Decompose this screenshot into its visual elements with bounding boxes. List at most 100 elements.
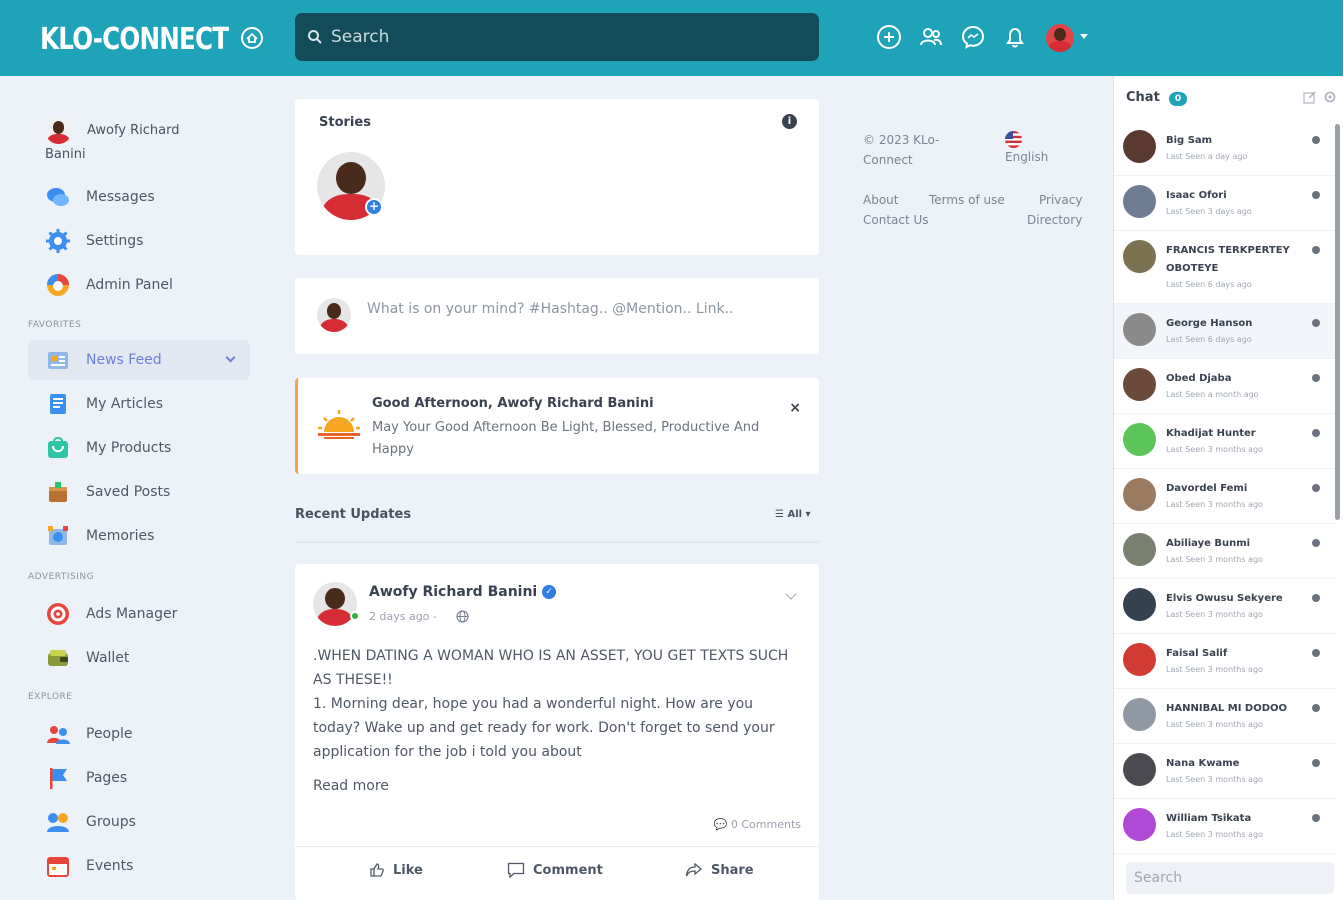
edit-icon[interactable] — [1303, 90, 1317, 104]
sidebar-item-messages[interactable]: Messages — [28, 177, 250, 217]
chat-contact-row[interactable]: Obed Djaba Last Seen a month ago — [1114, 359, 1336, 414]
sidebar-item-settings[interactable]: Settings — [28, 221, 250, 261]
chat-contact-avatar — [1123, 753, 1156, 786]
divider — [295, 846, 819, 847]
chat-contact-row[interactable]: Faisal Salif Last Seen 3 months ago — [1114, 634, 1336, 689]
post-author-name[interactable]: Awofy Richard Banini — [369, 584, 537, 600]
home-icon[interactable] — [240, 26, 264, 50]
greeting-title: Good Afternoon, Awofy Richard Banini — [372, 396, 654, 411]
sidebar-item-pages[interactable]: Pages — [28, 758, 250, 798]
messenger-icon[interactable] — [960, 22, 986, 52]
chat-last-seen: Last Seen 3 months ago — [1166, 500, 1263, 509]
contact-link[interactable]: Contact Us — [863, 213, 929, 227]
chat-contact-row[interactable]: Abiliaye Bunmi Last Seen 3 months ago — [1114, 524, 1336, 579]
sidebar-item-label: My Products — [86, 440, 172, 456]
chat-contact-row[interactable]: William Tsikata Last Seen 3 months ago — [1114, 799, 1336, 854]
sidebar-item-memories[interactable]: Memories — [28, 516, 250, 556]
sidebar-item-label: Settings — [86, 233, 144, 249]
chat-contact-row[interactable]: George Hanson Last Seen 6 days ago — [1114, 304, 1336, 359]
privacy-link[interactable]: Privacy — [1039, 193, 1082, 207]
chevron-down-icon[interactable] — [225, 352, 236, 363]
sidebar-item-label: Saved Posts — [86, 484, 171, 500]
comments-count[interactable]: 💬 0 Comments — [714, 818, 801, 831]
composer-input[interactable]: What is on your mind? #Hashtag.. @Mentio… — [367, 301, 733, 317]
sidebar-item-wallet[interactable]: Wallet — [28, 638, 250, 678]
chat-contact-name: Faisal Salif — [1166, 648, 1228, 659]
chevron-down-icon[interactable] — [1080, 34, 1088, 39]
sidebar-item-ads-manager[interactable]: Ads Manager — [28, 594, 250, 634]
sidebar-item-events[interactable]: Events — [28, 846, 250, 886]
chat-contact-row[interactable]: Isaac Ofori Last Seen 3 days ago — [1114, 176, 1336, 231]
chat-title: Chat — [1126, 90, 1160, 105]
add-circle-icon[interactable] — [876, 22, 902, 52]
us-flag-icon[interactable] — [1005, 131, 1022, 148]
read-more-link[interactable]: Read more — [313, 778, 389, 794]
chat-last-seen: Last Seen 6 days ago — [1166, 335, 1252, 344]
chat-contact-row[interactable]: Nana Kwame Last Seen 3 months ago — [1114, 744, 1336, 799]
like-button[interactable]: Like — [369, 862, 423, 878]
sidebar-item-people[interactable]: People — [28, 714, 250, 754]
post-composer[interactable]: What is on your mind? #Hashtag.. @Mentio… — [295, 278, 819, 354]
close-icon[interactable]: × — [789, 400, 801, 416]
chat-contact-row[interactable]: Khadijat Hunter Last Seen 3 months ago — [1114, 414, 1336, 469]
chat-last-seen: Last Seen 3 months ago — [1166, 720, 1263, 729]
wallet-icon — [44, 644, 72, 672]
comments-count-label: 0 Comments — [730, 818, 801, 831]
sidebar-item-news-feed[interactable]: News Feed — [28, 340, 250, 380]
groups-icon — [44, 808, 72, 836]
divider — [295, 541, 819, 543]
comment-button[interactable]: Comment — [507, 862, 603, 878]
stories-card: Stories i + — [295, 99, 819, 255]
about-link[interactable]: About — [863, 193, 898, 207]
offline-status-dot — [1312, 191, 1320, 199]
chat-contact-avatar — [1123, 368, 1156, 401]
sidebar-item-groups[interactable]: Groups — [28, 802, 250, 842]
info-icon[interactable]: i — [782, 114, 797, 129]
chat-contact-row[interactable]: HANNIBAL MI DODOO Last Seen 3 months ago — [1114, 689, 1336, 744]
klo-connect-logo[interactable]: KLO-CONNECT — [40, 14, 270, 64]
sidebar-item-saved-posts[interactable]: Saved Posts — [28, 472, 250, 512]
chat-search-input[interactable] — [1126, 862, 1334, 894]
top-search-bar[interactable] — [295, 13, 819, 61]
bell-icon[interactable] — [1002, 22, 1028, 52]
chat-contact-avatar — [1123, 643, 1156, 676]
sidebar-item-label: People — [86, 726, 133, 742]
search-input[interactable] — [331, 27, 771, 47]
add-story-icon[interactable]: + — [365, 198, 383, 216]
chat-contact-list: Big Sam Last Seen a day ago Isaac Ofori Las… — [1114, 121, 1336, 854]
chat-contact-row[interactable]: Elvis Owusu Sekyere Last Seen 3 months ag… — [1114, 579, 1336, 634]
post-timestamp[interactable]: 2 days ago - — [369, 610, 437, 623]
chat-last-seen: Last Seen 3 months ago — [1166, 555, 1263, 564]
chat-contact-avatar — [1123, 423, 1156, 456]
news-feed-icon — [44, 346, 72, 374]
user-avatar-menu[interactable] — [1046, 24, 1074, 52]
sidebar-item-my-articles[interactable]: My Articles — [28, 384, 250, 424]
chat-last-seen: Last Seen 3 months ago — [1166, 775, 1263, 784]
share-button[interactable]: Share — [685, 862, 754, 878]
chat-contact-row[interactable]: Big Sam Last Seen a day ago — [1114, 121, 1336, 176]
gear-icon[interactable] — [1323, 90, 1337, 104]
ads-manager-icon — [44, 600, 72, 628]
composer-avatar — [317, 298, 351, 332]
post-options-chevron-icon[interactable] — [785, 588, 797, 600]
chat-contact-name: William Tsikata — [1166, 813, 1252, 824]
sidebar-profile-name[interactable]: Awofy Richard Banini — [45, 119, 210, 167]
chat-last-seen: Last Seen a month ago — [1166, 390, 1259, 399]
directory-link[interactable]: Directory — [1027, 213, 1082, 227]
friends-icon[interactable] — [918, 22, 944, 52]
sidebar-item-my-products[interactable]: My Products — [28, 428, 250, 468]
sidebar-item-admin-panel[interactable]: Admin Panel — [28, 265, 250, 305]
saved-posts-icon — [44, 478, 72, 506]
chat-scrollbar[interactable] — [1335, 124, 1340, 520]
greeting-card: Good Afternoon, Awofy Richard Banini May… — [295, 378, 819, 474]
like-label: Like — [393, 862, 423, 878]
chat-contact-name: Khadijat Hunter — [1166, 428, 1256, 439]
recent-filter-dropdown[interactable]: ☰ All ▾ — [775, 509, 811, 520]
chat-contact-row[interactable]: Davordel Femi Last Seen 3 months ago — [1114, 469, 1336, 524]
chat-last-seen: Last Seen a day ago — [1166, 152, 1248, 161]
chat-contact-row[interactable]: FRANCIS TERKPERTEY OBOTEYE Last Seen 6 da… — [1114, 231, 1336, 304]
language-selector[interactable]: English — [1005, 150, 1048, 164]
terms-link[interactable]: Terms of use — [929, 193, 1005, 207]
chat-contact-name: Abiliaye Bunmi — [1166, 538, 1251, 549]
offline-status-dot — [1312, 136, 1320, 144]
